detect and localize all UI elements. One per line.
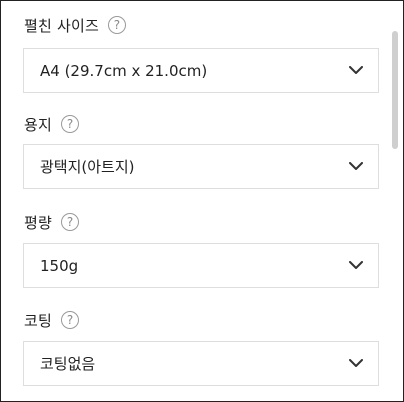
help-glyph: ? [66, 117, 74, 131]
field-label-row-size: 펼친 사이즈 ? [24, 13, 126, 37]
coating-select[interactable]: 코팅없음 [23, 341, 379, 386]
coating-label: 코팅 [24, 311, 53, 330]
question-circle-icon[interactable]: ? [107, 16, 126, 34]
chevron-down-icon [348, 66, 364, 76]
size-select[interactable]: A4 (29.7cm x 21.0cm) [23, 48, 379, 93]
paper-label: 용지 [24, 115, 53, 134]
chevron-down-icon [348, 261, 364, 271]
scrollbar-track[interactable] [391, 31, 399, 395]
help-glyph: ? [66, 215, 74, 229]
weight-select[interactable]: 150g [23, 243, 379, 288]
help-glyph: ? [66, 313, 74, 327]
question-circle-icon[interactable]: ? [61, 311, 80, 329]
question-circle-icon[interactable]: ? [61, 213, 80, 231]
question-circle-icon[interactable]: ? [61, 115, 80, 133]
coating-select-value: 코팅없음 [40, 355, 96, 373]
chevron-down-icon [348, 162, 364, 172]
field-label-row-coating: 코팅 ? [24, 308, 80, 332]
weight-label: 평량 [24, 213, 53, 232]
field-label-row-weight: 평량 ? [24, 210, 80, 234]
paper-select[interactable]: 광택지(아트지) [23, 144, 379, 189]
help-glyph: ? [113, 18, 121, 32]
chevron-down-icon [348, 359, 364, 369]
options-panel: 펼친 사이즈 ? A4 (29.7cm x 21.0cm) 용지 ? 광택지(아… [0, 0, 404, 402]
field-label-row-paper: 용지 ? [24, 112, 80, 136]
paper-select-value: 광택지(아트지) [40, 158, 135, 176]
scrollbar-thumb[interactable] [392, 31, 398, 149]
weight-select-value: 150g [40, 256, 79, 275]
size-select-value: A4 (29.7cm x 21.0cm) [40, 61, 208, 80]
size-label: 펼친 사이즈 [24, 16, 99, 35]
